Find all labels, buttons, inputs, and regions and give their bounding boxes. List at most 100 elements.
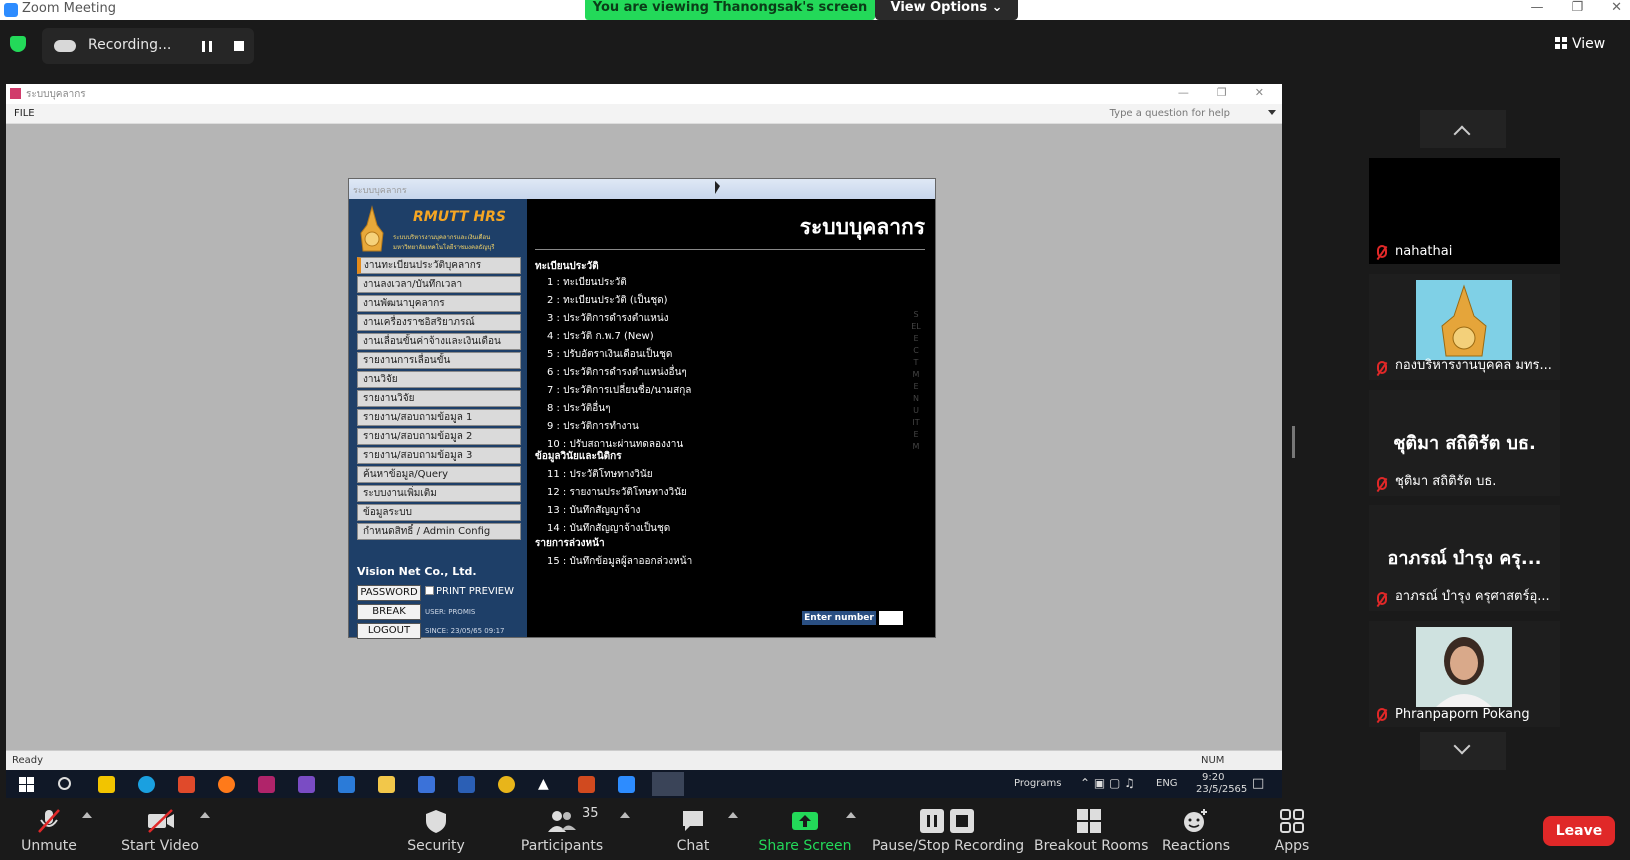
side-menu-item[interactable]: ค้นหาข้อมูล/Query xyxy=(357,466,521,483)
remote-icon[interactable] xyxy=(418,776,435,793)
panel-resize-handle[interactable] xyxy=(1292,426,1295,458)
menu-entry[interactable]: 12 : รายงานประวัติโทษทางวินัย xyxy=(547,485,687,500)
side-menu-item[interactable]: ระบบงานเพิ่มเติม xyxy=(357,485,521,502)
menu-entry[interactable]: 13 : บันทึกสัญญาจ้าง xyxy=(547,503,640,518)
close-icon[interactable]: ✕ xyxy=(1611,0,1622,20)
menu-entry[interactable]: 6 : ประวัติการดำรงตำแหน่งอื่นๆ xyxy=(547,365,687,380)
language-indicator[interactable]: ENG xyxy=(1156,778,1178,789)
clock-date[interactable]: 23/5/2565 xyxy=(1196,784,1247,795)
dialog-titlebar: ระบบบุคลากร xyxy=(349,179,935,199)
caret-up-icon[interactable] xyxy=(82,812,92,818)
close-icon[interactable]: ✕ xyxy=(1255,86,1264,99)
menu-entry[interactable]: 8 : ประวัติอื่นๆ xyxy=(547,401,611,416)
side-menu-item[interactable]: งานเครื่องราชอิสริยาภรณ์ xyxy=(357,314,521,331)
menu-entry[interactable]: 1 : ทะเบียนประวัติ xyxy=(547,275,627,290)
menu-entry[interactable]: 3 : ประวัติการดำรงตำแหน่ง xyxy=(547,311,669,326)
visual-studio-icon[interactable] xyxy=(298,776,315,793)
caret-up-icon[interactable] xyxy=(846,812,856,818)
side-menu-item[interactable]: รายงานการเลื่อนขั้น xyxy=(357,352,521,369)
view-button[interactable]: View xyxy=(1555,36,1605,52)
menu-entry[interactable]: 11 : ประวัติโทษทางวินัย xyxy=(547,467,653,482)
programs-label[interactable]: Programs xyxy=(1014,778,1061,789)
side-menu-item[interactable]: งานทะเบียนประวัติบุคลากร xyxy=(357,257,521,274)
scroll-up-button[interactable] xyxy=(1420,110,1506,148)
break-button[interactable]: BREAK xyxy=(357,604,421,620)
pause-stop-recording-button[interactable]: Pause/Stop Recording xyxy=(872,798,1024,860)
share-screen-button[interactable]: Share Screen xyxy=(756,798,854,860)
firefox-icon[interactable] xyxy=(218,776,235,793)
logout-button[interactable]: LOGOUT xyxy=(357,623,421,639)
participants-button[interactable]: 35 Participants xyxy=(512,798,612,860)
print-preview-checkbox[interactable]: PRINT PREVIEW xyxy=(425,586,514,597)
file-explorer-icon[interactable] xyxy=(378,776,395,793)
breakout-rooms-button[interactable]: Breakout Rooms xyxy=(1034,798,1148,860)
help-search[interactable]: Type a question for help xyxy=(1110,108,1230,119)
scroll-down-button[interactable] xyxy=(1420,732,1506,770)
side-menu-item[interactable]: กำหนดสิทธิ์ / Admin Config xyxy=(357,523,521,540)
participant-tile[interactable]: nahathai xyxy=(1369,158,1560,264)
zoom-icon[interactable] xyxy=(618,776,635,793)
word-icon[interactable] xyxy=(458,776,475,793)
menu-entry[interactable]: 15 : บันทึกข้อมูลผู้ลาออกล่วงหน้า xyxy=(547,554,692,569)
hrs-taskbar-button[interactable] xyxy=(652,772,684,796)
menu-entry[interactable]: 14 : บันทึกสัญญาจ้างเป็นชุด xyxy=(547,521,670,536)
participant-tile[interactable]: Phranpaporn Pokang xyxy=(1369,621,1560,727)
menu-file[interactable]: FILE xyxy=(14,108,35,119)
menu-entry[interactable]: 7 : ประวัติการเปลี่ยนชื่อ/นามสกุล xyxy=(547,383,691,398)
s-app-icon[interactable] xyxy=(178,776,195,793)
side-menu-item[interactable]: รายงาน/สอบถามข้อมูล 1 xyxy=(357,409,521,426)
menu-entry[interactable]: 5 : ปรับอัตราเงินเดือนเป็นชุด xyxy=(547,347,672,362)
mouse-cursor-icon xyxy=(715,181,720,194)
maximize-icon[interactable]: ❐ xyxy=(1217,86,1227,99)
side-menu-item[interactable]: งานเลื่อนขั้นค่าจ้างและเงินเดือน xyxy=(357,333,521,350)
stop-icon[interactable] xyxy=(234,41,244,51)
apps-button[interactable]: Apps xyxy=(1262,798,1322,860)
reactions-button[interactable]: Reactions xyxy=(1156,798,1236,860)
side-menu-item[interactable]: รายงาน/สอบถามข้อมูล 3 xyxy=(357,447,521,464)
participant-tile[interactable]: ชุติมา สถิติรัต บธ. ชุติมา สถิติรัต บธ. xyxy=(1369,390,1560,496)
unmute-button[interactable]: Unmute xyxy=(10,798,88,860)
pdf-icon[interactable]: ▲ xyxy=(538,776,555,793)
side-menu-item[interactable]: งานพัฒนาบุคลากร xyxy=(357,295,521,312)
menu-entry[interactable]: 2 : ทะเบียนประวัติ (เป็นชุด) xyxy=(547,293,668,308)
side-menu-item[interactable]: ข้อมูลระบบ xyxy=(357,504,521,521)
edge-icon[interactable] xyxy=(138,776,155,793)
media-app-icon[interactable] xyxy=(258,776,275,793)
pause-icon[interactable] xyxy=(202,41,212,52)
menu-entry[interactable]: 10 : ปรับสถานะผ่านทดลองงาน xyxy=(547,437,683,452)
sticky-notes-icon[interactable] xyxy=(98,776,115,793)
menu-entry[interactable]: 9 : ประวัติการทำงาน xyxy=(547,419,639,434)
app-icon[interactable] xyxy=(338,776,355,793)
participant-tile[interactable]: กองบริหารงานบุคคล มทร... xyxy=(1369,274,1560,380)
side-menu-item[interactable]: รายงาน/สอบถามข้อมูล 2 xyxy=(357,428,521,445)
minimize-icon[interactable]: — xyxy=(1530,0,1543,20)
checkbox-icon[interactable] xyxy=(425,586,434,595)
mic-off-icon xyxy=(1377,592,1387,605)
caret-up-icon[interactable] xyxy=(620,812,630,818)
chrome-icon[interactable] xyxy=(498,776,515,793)
enter-number-input[interactable] xyxy=(879,611,903,625)
caret-up-icon[interactable] xyxy=(200,812,210,818)
menu-entry[interactable]: 4 : ประวัติ ก.พ.7 (New) xyxy=(547,329,654,344)
chat-button[interactable]: Chat xyxy=(658,798,728,860)
search-icon[interactable] xyxy=(58,777,71,790)
security-button[interactable]: Security xyxy=(396,798,476,860)
view-options-button[interactable]: View Options ⌄ xyxy=(875,0,1018,20)
notification-icon[interactable]: □ xyxy=(1252,776,1264,791)
start-video-button[interactable]: Start Video xyxy=(112,798,208,860)
tray-icons[interactable]: ⌃ ▣ ▢ ♫ xyxy=(1080,776,1135,790)
maximize-icon[interactable]: ❐ xyxy=(1571,0,1583,20)
side-menu-item[interactable]: รายงานวิจัย xyxy=(357,390,521,407)
password-button[interactable]: PASSWORD xyxy=(357,585,421,601)
clock-time[interactable]: 9:20 xyxy=(1202,772,1224,783)
side-menu-item[interactable]: งานวิจัย xyxy=(357,371,521,388)
shield-icon[interactable] xyxy=(10,36,26,52)
minimize-icon[interactable]: — xyxy=(1178,86,1189,99)
side-menu-item[interactable]: งานลงเวลา/บันทึกเวลา xyxy=(357,276,521,293)
windows-start-icon[interactable] xyxy=(18,776,35,793)
chevron-down-icon[interactable] xyxy=(1268,110,1276,115)
participant-tile[interactable]: อาภรณ์ บำรุง ครุ... อาภรณ์ บำรุง ครุศาสต… xyxy=(1369,505,1560,611)
powerpoint-icon[interactable] xyxy=(578,776,595,793)
leave-button[interactable]: Leave xyxy=(1543,816,1615,846)
caret-up-icon[interactable] xyxy=(728,812,738,818)
